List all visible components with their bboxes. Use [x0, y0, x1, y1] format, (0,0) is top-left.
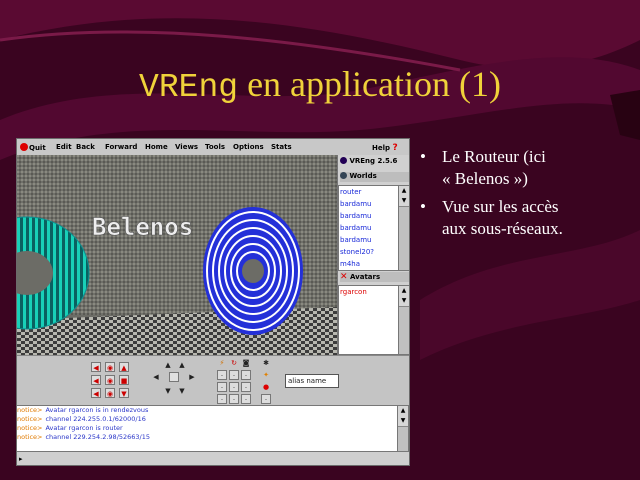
bullet-item: • Vue sur les accès aux sous-réseaux. [418, 196, 628, 240]
quit-icon [20, 143, 28, 151]
bullet-item: • Le Routeur (ici « Belenos ») [418, 146, 628, 190]
world-item[interactable]: stonel20? [339, 246, 399, 258]
light-icon[interactable]: ✦ [261, 370, 271, 380]
menu-tools[interactable]: Tools [205, 143, 225, 151]
lightning-icon[interactable]: ⚡ [217, 358, 227, 368]
title-mono: VREng [139, 69, 239, 106]
record-icon[interactable]: ● [261, 382, 271, 392]
chat-line: notice> Avatar rgarcon is router [17, 424, 123, 432]
arrow-up-icon[interactable]: ▲ [163, 360, 173, 370]
tool-grid-cell[interactable]: · [229, 394, 239, 404]
gear-icon[interactable]: ✱ [261, 358, 271, 368]
avatars-header: ✕ Avatars [340, 272, 409, 282]
arrow-down-icon[interactable]: ▼ [163, 386, 173, 396]
avatar-item[interactable]: rgarcon [339, 286, 399, 298]
tool-grid-cell[interactable]: · [229, 382, 239, 392]
nav-stop-icon[interactable]: ■ [119, 375, 129, 385]
title-rest: en application (1) [238, 64, 501, 104]
world-item[interactable]: router [339, 186, 399, 198]
menu-help[interactable]: Help ? [372, 143, 398, 153]
chat-scrollbar[interactable]: ▲ ▼ [397, 405, 409, 453]
tool-grid-cell[interactable]: · [217, 382, 227, 392]
menu-edit[interactable]: Edit [56, 143, 72, 151]
bullet-text: Le Routeur (ici [442, 147, 546, 166]
avatars-icon: ✕ [340, 272, 348, 282]
prompt-icon: ▸ [19, 455, 23, 463]
chat-log: notice> Avatar rgarcon is in rendezvous n… [17, 405, 397, 452]
navigation-controls: ◀ ◉ ▲ ◀ ◉ ■ ◀ ◉ ▼ ▲ ▲ ◀ ▶ ▼ ▼ ⚡ ↻ ◙ · · … [17, 355, 409, 406]
scroll-down-icon[interactable]: ▼ [399, 196, 409, 207]
world-scene: Belenos [17, 155, 337, 355]
menu-home[interactable]: Home [145, 143, 168, 151]
arrow-center-icon[interactable] [169, 372, 179, 382]
version-label: VREng 2.5.6 [340, 157, 409, 167]
menu-forward[interactable]: Forward [105, 143, 137, 151]
alias-input[interactable]: alias name [285, 374, 339, 388]
worlds-list: router bardamu bardamu bardamu bardamu s… [338, 185, 400, 271]
tool-grid-cell[interactable]: · [217, 370, 227, 380]
bullet-dot: • [420, 147, 426, 166]
chat-line: notice> channel 229.254.2.98/52663/15 [17, 433, 151, 441]
world-item[interactable]: bardamu [339, 210, 399, 222]
slide-title: VREng en application (1) [0, 62, 640, 110]
nav-back-icon[interactable]: ◀ [91, 388, 101, 398]
chat-input[interactable]: ▸ [17, 451, 409, 465]
world-viewport[interactable]: Belenos [17, 155, 337, 355]
chat-line: notice> Avatar rgarcon is in rendezvous [17, 406, 149, 414]
world-item[interactable]: m4ha [339, 258, 399, 270]
vreng-window: Quit Edit Back Forward Home Views Tools … [16, 138, 410, 466]
menu-options[interactable]: Options [233, 143, 264, 151]
tool-grid-cell[interactable]: · [217, 394, 227, 404]
bullet-list: • Le Routeur (ici « Belenos ») • Vue sur… [418, 146, 628, 246]
arrow-right-icon[interactable]: ▶ [187, 372, 197, 382]
nav-down-icon[interactable]: ▼ [119, 388, 129, 398]
bullet-text: aux sous-réseaux. [442, 219, 563, 238]
scene-sign-belenos: Belenos [92, 213, 193, 241]
nav-reset-icon[interactable]: ◉ [105, 362, 115, 372]
bullet-text: Vue sur les accès [442, 197, 559, 216]
globe-icon [340, 157, 347, 164]
nav-rotate-icon[interactable]: ◉ [105, 388, 115, 398]
arrow-down-right-icon[interactable]: ▼ [177, 386, 187, 396]
scroll-down-icon[interactable]: ▼ [399, 296, 409, 307]
arrow-up-right-icon[interactable]: ▲ [177, 360, 187, 370]
nav-strafe-left-icon[interactable]: ◀ [91, 375, 101, 385]
tool-grid-cell[interactable]: · [241, 394, 251, 404]
tool-grid-cell[interactable]: · [229, 370, 239, 380]
nav-turn-icon[interactable]: ◉ [105, 375, 115, 385]
tool-grid-cell[interactable]: · [261, 394, 271, 404]
world-item[interactable]: bardamu [339, 234, 399, 246]
bullet-dot: • [420, 197, 426, 216]
tool-grid-cell[interactable]: · [241, 370, 251, 380]
world-item[interactable]: bardamu [339, 222, 399, 234]
worlds-header: Worlds [340, 172, 409, 182]
menu-stats[interactable]: Stats [271, 143, 292, 151]
nav-left-icon[interactable]: ◀ [91, 362, 101, 372]
help-icon: ? [392, 143, 398, 153]
avatars-list: rgarcon [338, 285, 400, 355]
chat-line: notice> channel 224.255.0.1/62000/16 [17, 415, 146, 423]
side-panel: VREng 2.5.6 Worlds router bardamu bardam… [337, 155, 409, 355]
bullet-text: « Belenos ») [442, 169, 528, 188]
avatars-scrollbar[interactable]: ▲ ▼ [398, 285, 409, 355]
menu-back[interactable]: Back [76, 143, 95, 151]
world-item[interactable]: bardamu [339, 198, 399, 210]
worlds-icon [340, 172, 347, 179]
nav-up-icon[interactable]: ▲ [119, 362, 129, 372]
refresh-icon[interactable]: ↻ [229, 358, 239, 368]
scroll-down-icon[interactable]: ▼ [398, 416, 408, 427]
menu-quit[interactable]: Quit [20, 143, 46, 152]
menu-views[interactable]: Views [175, 143, 198, 151]
worlds-scrollbar[interactable]: ▲ ▼ [398, 185, 409, 271]
camera-icon[interactable]: ◙ [241, 358, 251, 368]
menu-bar: Quit Edit Back Forward Home Views Tools … [17, 139, 409, 156]
arrow-left-icon[interactable]: ◀ [151, 372, 161, 382]
tool-grid-cell[interactable]: · [241, 382, 251, 392]
blue-ring [203, 207, 303, 335]
